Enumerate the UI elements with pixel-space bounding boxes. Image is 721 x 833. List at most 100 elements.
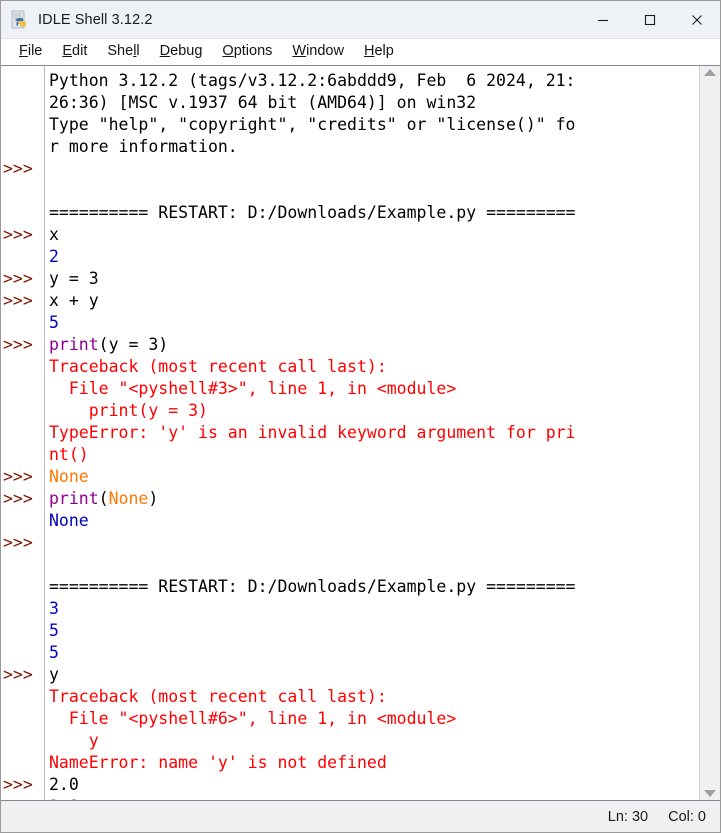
gutter-blank — [1, 444, 44, 466]
gutter-blank — [1, 422, 44, 444]
shell-line: print(y = 3) — [49, 400, 699, 422]
gutter-blank — [1, 70, 44, 92]
shell-prompt: >>> — [3, 467, 33, 486]
scroll-up-arrow[interactable] — [704, 69, 716, 76]
menu-debug[interactable]: Debug — [150, 39, 213, 64]
shell-text-normal: y = 3 — [49, 269, 99, 288]
prompt-gutter: >>>>>>>>>>>>>>>>>>>>>>>>>>>>>>>>> — [1, 66, 45, 800]
gutter-blank — [1, 620, 44, 642]
shell-text-error: print(y = 3) — [49, 401, 208, 420]
scrollbar-track[interactable] — [700, 76, 720, 790]
gutter-blank — [1, 312, 44, 334]
shell-line: 5 — [49, 620, 699, 642]
statusbar: Ln: 30 Col: 0 — [1, 801, 720, 832]
shell-line: ========== RESTART: D:/Downloads/Example… — [49, 202, 699, 224]
shell-line: y — [49, 730, 699, 752]
gutter-blank — [1, 598, 44, 620]
shell-line: print(None) — [49, 488, 699, 510]
shell-text-output: 5 — [49, 313, 59, 332]
gutter-blank — [1, 114, 44, 136]
shell-text-error: Traceback (most recent call last): — [49, 687, 387, 706]
shell-text-error: Traceback (most recent call last): — [49, 357, 387, 376]
shell-text-output: 5 — [49, 621, 59, 640]
shell-prompt: >>> — [3, 665, 33, 684]
shell-text-keyword: None — [49, 467, 89, 486]
menu-window[interactable]: Window — [282, 39, 354, 64]
gutter-blank — [1, 356, 44, 378]
shell-text-output: 2 — [49, 247, 59, 266]
shell-prompt: >>> — [3, 489, 33, 508]
shell-line: None — [49, 510, 699, 532]
shell-text-builtin: print — [49, 489, 99, 508]
menu-file[interactable]: File — [9, 39, 52, 64]
shell-line: File "<pyshell#3>", line 1, in <module> — [49, 378, 699, 400]
shell-line: x — [49, 224, 699, 246]
shell-output[interactable]: Python 3.12.2 (tags/v3.12.2:6abddd9, Feb… — [45, 66, 699, 800]
titlebar: IDLE Shell 3.12.2 — [1, 1, 720, 39]
gutter-blank — [1, 796, 44, 800]
menu-help[interactable]: Help — [354, 39, 404, 64]
shell-text-output: 2.0 — [49, 797, 79, 800]
menu-options[interactable]: Options — [212, 39, 282, 64]
shell-line: TypeError: 'y' is an invalid keyword arg… — [49, 422, 699, 444]
shell-text-error: TypeError: 'y' is an invalid keyword arg… — [49, 423, 576, 442]
gutter-blank — [1, 752, 44, 774]
shell-text-normal: x — [49, 225, 59, 244]
shell-prompt: >>> — [3, 291, 33, 310]
gutter-blank — [1, 510, 44, 532]
shell-text-builtin: print — [49, 335, 99, 354]
scroll-down-arrow[interactable] — [704, 790, 716, 797]
shell-text-output: None — [49, 511, 89, 530]
gutter-blank — [1, 92, 44, 114]
shell-text-normal: Python 3.12.2 (tags/v3.12.2:6abddd9, Feb… — [49, 71, 576, 90]
shell-line: 2.0 — [49, 796, 699, 800]
shell-line: Traceback (most recent call last): — [49, 686, 699, 708]
vertical-scrollbar[interactable] — [699, 66, 720, 800]
minimize-button[interactable] — [579, 1, 626, 38]
shell-line: ========== RESTART: D:/Downloads/Example… — [49, 576, 699, 598]
line-indicator: Ln: 30 — [607, 808, 649, 825]
shell-text-normal: ( — [98, 489, 109, 508]
shell-text-normal: x + y — [49, 291, 99, 310]
shell-text-area[interactable]: >>>>>>>>>>>>>>>>>>>>>>>>>>>>>>>>> Python… — [1, 65, 720, 801]
shell-line: None — [49, 466, 699, 488]
gutter-blank — [1, 246, 44, 268]
shell-prompt: >>> — [3, 335, 33, 354]
shell-text-error: File "<pyshell#6>", line 1, in <module> — [49, 709, 457, 728]
window-title: IDLE Shell 3.12.2 — [38, 11, 153, 28]
shell-text-output: 5 — [49, 643, 59, 662]
menu-shell[interactable]: Shell — [97, 39, 149, 64]
shell-line: 26:36) [MSC v.1937 64 bit (AMD64)] on wi… — [49, 92, 699, 114]
window-controls — [579, 1, 720, 38]
gutter-blank — [1, 708, 44, 730]
shell-prompt: >>> — [3, 159, 33, 178]
shell-line: 5 — [49, 312, 699, 334]
shell-text-error: nt() — [49, 445, 89, 464]
close-button[interactable] — [673, 1, 720, 38]
shell-prompt: >>> — [3, 225, 33, 244]
shell-line: y — [49, 664, 699, 686]
maximize-button[interactable] — [626, 1, 673, 38]
gutter-blank — [1, 400, 44, 422]
gutter-blank — [1, 686, 44, 708]
gutter-blank — [1, 202, 44, 224]
gutter-blank — [1, 730, 44, 752]
shell-line: Python 3.12.2 (tags/v3.12.2:6abddd9, Feb… — [49, 70, 699, 92]
shell-text-normal: ========== RESTART: D:/Downloads/Example… — [49, 203, 576, 222]
shell-line: 3 — [49, 598, 699, 620]
gutter-blank — [1, 642, 44, 664]
menu-edit[interactable]: Edit — [52, 39, 97, 64]
shell-text-error: NameError: name 'y' is not defined — [49, 753, 387, 772]
shell-text-normal: y — [49, 665, 59, 684]
shell-text-error: File "<pyshell#3>", line 1, in <module> — [49, 379, 457, 398]
column-indicator: Col: 0 — [668, 808, 706, 825]
shell-text-normal: (y = 3) — [98, 335, 169, 354]
gutter-blank — [1, 180, 44, 202]
menubar: File Edit Shell Debug Options Window Help — [1, 39, 720, 65]
shell-line: 5 — [49, 642, 699, 664]
shell-text-error: y — [49, 731, 99, 750]
shell-line: Type "help", "copyright", "credits" or "… — [49, 114, 699, 136]
